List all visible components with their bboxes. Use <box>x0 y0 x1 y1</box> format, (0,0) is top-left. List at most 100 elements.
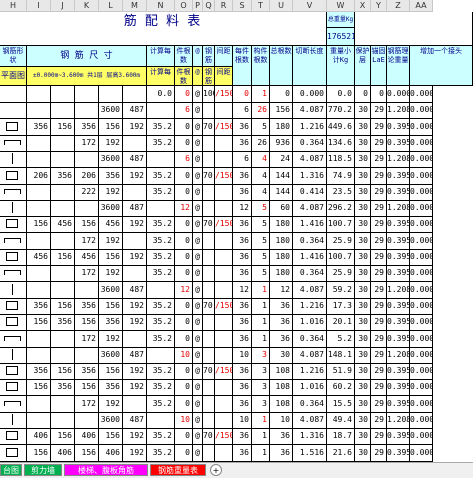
cell-z[interactable]: 0.395 <box>387 444 410 462</box>
cell-l[interactable]: 3600 <box>99 281 123 299</box>
cell-q[interactable]: 100 <box>203 86 215 103</box>
cell-m[interactable] <box>123 232 147 250</box>
cell-x[interactable]: 30 <box>355 395 371 413</box>
cell-n[interactable]: 35.2 <box>147 297 175 315</box>
cell-w[interactable]: 59.2 <box>327 281 355 299</box>
cell-aa[interactable]: 0.000 <box>410 249 433 266</box>
cell-o[interactable]: 0 <box>175 314 193 332</box>
cell-k[interactable] <box>75 346 99 364</box>
cell-m[interactable] <box>123 134 147 152</box>
cell-j[interactable] <box>51 102 75 120</box>
cell-s[interactable]: 36 <box>233 216 252 234</box>
cell-t[interactable]: 3 <box>252 363 270 381</box>
cell-aa[interactable]: 0.000 <box>410 151 433 169</box>
cell-q[interactable] <box>203 134 215 152</box>
cell-w[interactable]: 0.0 <box>327 86 355 103</box>
cell-p[interactable]: @ <box>193 330 203 348</box>
cell-o[interactable]: 0 <box>175 297 193 315</box>
cell-j[interactable] <box>51 395 75 413</box>
cell-y[interactable]: 29 <box>371 183 387 201</box>
column-header[interactable]: AA <box>410 0 433 12</box>
cell-j[interactable] <box>51 412 75 429</box>
cell-y[interactable]: 29 <box>371 232 387 250</box>
cell-v[interactable]: 0.364 <box>293 134 327 152</box>
cell-s[interactable]: 36 <box>233 363 252 381</box>
cell-i[interactable]: 456 <box>27 249 51 266</box>
cell-y[interactable]: 29 <box>371 363 387 381</box>
cell-z[interactable]: 0.395 <box>387 183 410 201</box>
cell-t[interactable]: 5 <box>252 200 270 218</box>
cell-l[interactable]: 156 <box>99 249 123 266</box>
cell-aa[interactable]: 0.000 <box>410 395 433 413</box>
cell-j[interactable]: 456 <box>51 216 75 234</box>
cell-r[interactable] <box>215 183 233 201</box>
cell-x[interactable]: 30 <box>355 297 371 315</box>
cell-x[interactable]: 30 <box>355 412 371 429</box>
cell-z[interactable]: 0.395 <box>387 395 410 413</box>
cell-w[interactable]: 100.7 <box>327 216 355 234</box>
cell-r[interactable] <box>215 379 233 397</box>
cell-r[interactable]: /150 <box>215 363 233 381</box>
cell-n[interactable]: 35.2 <box>147 379 175 397</box>
cell-n[interactable] <box>147 412 175 429</box>
cell-r[interactable]: /150 <box>215 118 233 136</box>
column-header[interactable]: Q <box>203 0 215 12</box>
cell-y[interactable]: 29 <box>371 118 387 136</box>
cell-i[interactable]: 156 <box>27 379 51 397</box>
cell-v[interactable]: 4.087 <box>293 281 327 299</box>
column-header[interactable]: W <box>327 0 355 12</box>
cell-i[interactable] <box>27 183 51 201</box>
cell-z[interactable]: 0.395 <box>387 330 410 348</box>
cell-w[interactable]: 51.9 <box>327 363 355 381</box>
cell-x[interactable]: 30 <box>355 249 371 266</box>
cell-h[interactable] <box>0 167 27 185</box>
column-header[interactable]: Y <box>371 0 387 12</box>
cell-z[interactable]: 0.395 <box>387 118 410 136</box>
cell-n[interactable]: 35.2 <box>147 265 175 283</box>
cell-s[interactable]: 10 <box>233 412 252 429</box>
cell-m[interactable]: 487 <box>123 151 147 169</box>
cell-y[interactable]: 29 <box>371 314 387 332</box>
column-header[interactable]: Z <box>387 0 410 12</box>
cell-m[interactable]: 192 <box>123 216 147 234</box>
cell-aa[interactable]: 0.000 <box>410 134 433 152</box>
cell-t[interactable]: 1 <box>252 86 270 103</box>
cell-y[interactable]: 0 <box>371 86 387 103</box>
cell-s[interactable]: 12 <box>233 281 252 299</box>
cell-t[interactable]: 1 <box>252 428 270 446</box>
cell-r[interactable] <box>215 200 233 218</box>
cell-n[interactable]: 0.0 <box>147 86 175 103</box>
cell-l[interactable] <box>99 86 123 103</box>
cell-l[interactable]: 156 <box>99 297 123 315</box>
cell-t[interactable]: 5 <box>252 249 270 266</box>
cell-h[interactable] <box>0 395 27 413</box>
cell-t[interactable]: 26 <box>252 102 270 120</box>
cell-s[interactable]: 0 <box>233 86 252 103</box>
cell-v[interactable]: 1.516 <box>293 444 327 462</box>
cell-q[interactable] <box>203 379 215 397</box>
cell-o[interactable]: 0 <box>175 265 193 283</box>
cell-p[interactable]: @ <box>193 118 203 136</box>
cell-r[interactable]: /150 <box>215 297 233 315</box>
cell-x[interactable]: 30 <box>355 232 371 250</box>
cell-z[interactable]: 1.208 <box>387 151 410 169</box>
cell-k[interactable]: 172 <box>75 265 99 283</box>
cell-k[interactable]: 172 <box>75 232 99 250</box>
cell-o[interactable]: 0 <box>175 118 193 136</box>
cell-aa[interactable]: 0.000 <box>410 86 433 103</box>
cell-y[interactable]: 29 <box>371 297 387 315</box>
cell-h[interactable] <box>0 86 27 103</box>
cell-x[interactable]: 30 <box>355 281 371 299</box>
cell-q[interactable] <box>203 232 215 250</box>
add-sheet-icon[interactable]: + <box>210 464 222 476</box>
cell-t[interactable]: 1 <box>252 330 270 348</box>
cell-v[interactable]: 0.364 <box>293 232 327 250</box>
cell-h[interactable] <box>0 379 27 397</box>
cell-z[interactable]: 0.395 <box>387 134 410 152</box>
cell-y[interactable]: 29 <box>371 428 387 446</box>
cell-s[interactable]: 36 <box>233 444 252 462</box>
cell-u[interactable]: 30 <box>270 346 293 364</box>
cell-u[interactable]: 144 <box>270 183 293 201</box>
cell-u[interactable]: 108 <box>270 395 293 413</box>
cell-h[interactable] <box>0 134 27 152</box>
